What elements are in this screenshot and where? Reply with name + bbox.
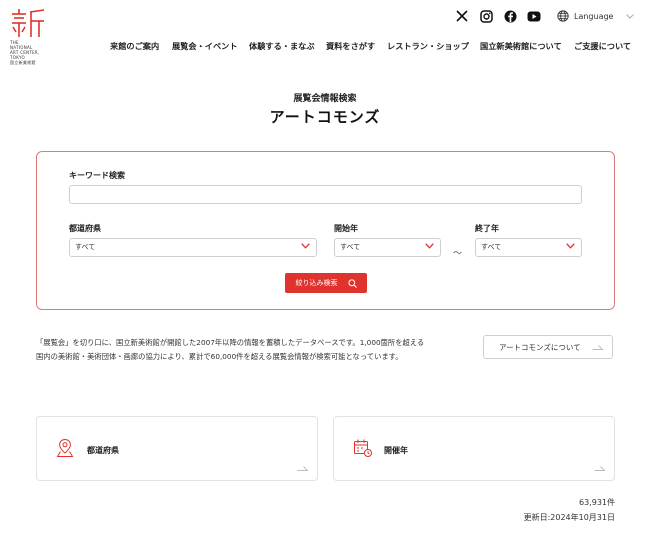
instagram-icon[interactable] — [479, 9, 493, 23]
about-art-commons-button[interactable]: アートコモンズについて — [483, 335, 613, 359]
chevron-down-icon — [626, 13, 635, 19]
card-label: 都道府県 — [87, 446, 119, 455]
keyword-label: キーワード検索 — [69, 171, 125, 180]
map-pin-icon — [56, 438, 74, 457]
search-submit-label: 絞り込み検索 — [295, 279, 338, 287]
logo-mark-icon — [12, 9, 45, 37]
search-panel: キーワード検索 都道府県 すべて 開始年 すべて ～ 終了年 すべて 絞り込み検… — [36, 151, 615, 310]
language-label: Language — [574, 11, 614, 21]
x-icon[interactable] — [455, 9, 469, 23]
start-year-select[interactable]: すべて — [334, 238, 441, 257]
range-separator: ～ — [453, 249, 463, 259]
chevron-down-icon — [301, 243, 310, 249]
arrow-right-icon — [297, 466, 309, 471]
nav-item-visit[interactable]: 来館のご案内 — [110, 40, 159, 52]
nav-item-restaurant-shop[interactable]: レストラン・ショップ — [387, 40, 469, 52]
prefecture-label: 都道府県 — [69, 224, 101, 233]
page-title: アートコモンズ — [269, 108, 381, 126]
browse-by-year-card[interactable]: 開催年 — [333, 416, 615, 481]
language-selector[interactable]: Language — [557, 10, 635, 22]
logo-line: 国立新美術館 — [10, 60, 36, 65]
about-button-label: アートコモンズについて — [499, 342, 581, 352]
nav-item-learn[interactable]: 体験する・まなぶ — [249, 40, 315, 52]
chevron-down-icon — [566, 243, 575, 249]
search-icon — [347, 278, 357, 288]
start-year-label: 開始年 — [334, 224, 358, 233]
youtube-icon[interactable] — [527, 9, 541, 23]
arrow-right-icon — [592, 345, 604, 350]
prefecture-select-value: すべて — [75, 243, 96, 251]
calendar-icon — [354, 439, 372, 457]
start-year-select-value: すべて — [340, 243, 361, 251]
logo-text: THE NATIONAL ART CENTER, TOKYO 国立新美術館 — [10, 40, 50, 65]
globe-icon — [557, 10, 569, 22]
nav-item-exhibitions[interactable]: 展覧会・イベント — [172, 40, 238, 52]
prefecture-select[interactable]: すべて — [69, 238, 317, 257]
description-line: 「展覧会」を切り口に、国立新美術館が開館した2007年以降の情報を蓄積したデータ… — [36, 338, 425, 347]
card-label: 開催年 — [384, 446, 408, 455]
keyword-input[interactable] — [69, 185, 582, 204]
nav-item-about[interactable]: 国立新美術館について — [480, 40, 562, 52]
search-submit-button[interactable]: 絞り込み検索 — [285, 273, 367, 293]
record-count: 63,931件 — [579, 498, 615, 507]
page-subtitle: 展覧会情報検索 — [293, 94, 357, 104]
social-links — [455, 9, 541, 23]
facebook-icon[interactable] — [503, 9, 517, 23]
nav-item-support[interactable]: ご支援について — [574, 40, 631, 52]
arrow-right-icon — [594, 466, 606, 471]
last-updated: 更新日:2024年10月31日 — [523, 513, 615, 522]
end-year-select[interactable]: すべて — [475, 238, 582, 257]
nav-item-library[interactable]: 資料をさがす — [326, 40, 375, 52]
description-line: 国内の美術館・美術団体・画廊の協力により、累計で60,000件を超える展覧会情報… — [36, 352, 403, 361]
end-year-select-value: すべて — [481, 243, 502, 251]
chevron-down-icon — [425, 243, 434, 249]
browse-by-prefecture-card[interactable]: 都道府県 — [36, 416, 318, 481]
site-logo[interactable]: THE NATIONAL ART CENTER, TOKYO 国立新美術館 — [10, 8, 50, 65]
end-year-label: 終了年 — [475, 224, 499, 233]
database-description: 「展覧会」を切り口に、国立新美術館が開館した2007年以降の情報を蓄積したデータ… — [36, 336, 476, 364]
